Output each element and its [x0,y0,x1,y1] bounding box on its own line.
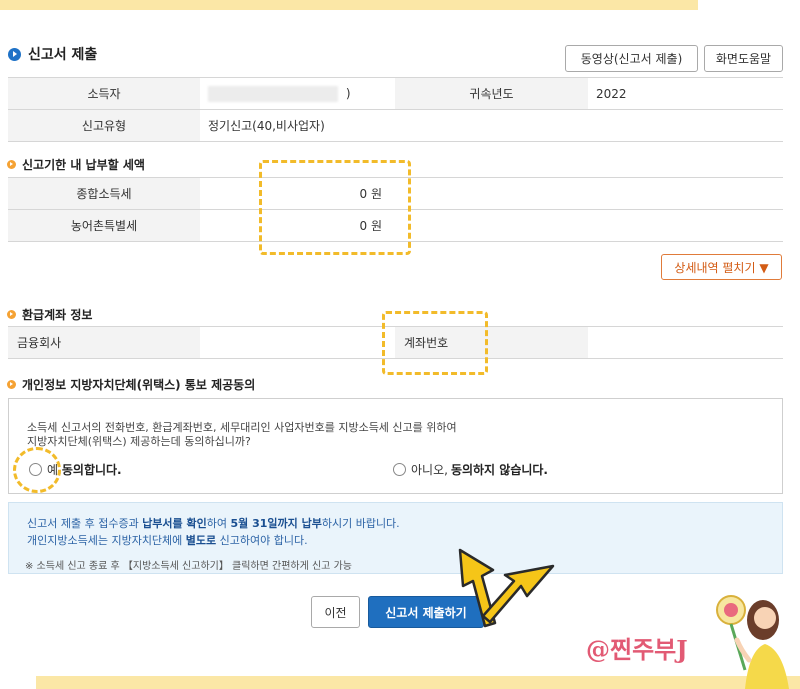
highlight-tax-amounts [259,160,411,255]
highlight-account-number [382,311,488,375]
tax-due-heading: 신고기한 내 납부할 세액 [7,156,145,173]
expand-details-button[interactable]: 상세내역 펼치기 ▼ [661,254,782,280]
notice-line-1: 신고서 제출 후 접수증과 납부서를 확인하여 5월 31일까지 납부하시기 바… [27,517,400,530]
notice-line-3: ※ 소득세 신고 종료 후 【지방소득세 신고하기】 클릭하면 간편하게 신고 … [25,561,352,572]
empty-cell [408,177,783,210]
pointer-arrows-icon [458,548,555,628]
consent-description: 소득세 신고서의 전화번호, 환급계좌번호, 세무대리인 사업자번호를 지방소득… [27,421,457,448]
previous-button[interactable]: 이전 [311,596,360,628]
decorative-band-top [0,0,698,10]
taxpayer-info-table: 소득자 ) 귀속년도 2022 신고유형 정기신고(40,비사업자) [8,77,783,142]
redacted-name [208,85,338,102]
consent-box: 소득세 신고서의 전화번호, 환급계좌번호, 세무대리인 사업자번호를 지방소득… [8,398,783,494]
taxpayer-name-label: 소득자 [8,77,200,110]
section-bullet-icon [7,380,16,389]
rural-tax-label: 농어촌특별세 [8,209,200,242]
page-title-text: 신고서 제출 [28,47,98,63]
bank-label: 금융회사 [8,326,200,359]
consent-no-option[interactable]: 아니오, 동의하지 않습니다. [393,461,548,478]
title-bullet-icon [8,47,21,61]
video-guide-button[interactable]: 동영상(신고서 제출) [565,45,698,72]
section-bullet-icon [7,160,16,169]
filing-type-label: 신고유형 [8,109,200,142]
decorative-band-bottom [36,676,800,689]
notice-box: 신고서 제출 후 접수증과 납부서를 확인하여 5월 31일까지 납부하시기 바… [8,502,783,574]
income-tax-label: 종합소득세 [8,177,200,210]
notice-line-2: 개인지방소득세는 지방자치단체에 별도로 신고하여야 합니다. [27,534,308,547]
screen-help-button[interactable]: 화면도움말 [704,45,783,72]
account-number-value [588,326,783,359]
page-title: 신고서 제출 [8,44,97,64]
watermark-logo: @찐주부J [586,635,688,664]
highlight-consent-yes [13,447,61,493]
tax-year-label: 귀속년도 [395,77,588,110]
character-illustration-icon [716,595,789,689]
tax-year-value: 2022 [588,77,783,110]
filing-type-value: 정기신고(40,비사업자) [200,109,783,142]
taxpayer-name-value: ) [200,77,395,110]
consent-heading: 개인정보 지방자치단체(위택스) 통보 제공동의 [7,376,255,393]
section-bullet-icon [7,310,16,319]
empty-cell [408,209,783,242]
refund-account-heading: 환급계좌 정보 [7,306,92,323]
bank-value [200,326,395,359]
radio-no[interactable] [393,463,406,476]
